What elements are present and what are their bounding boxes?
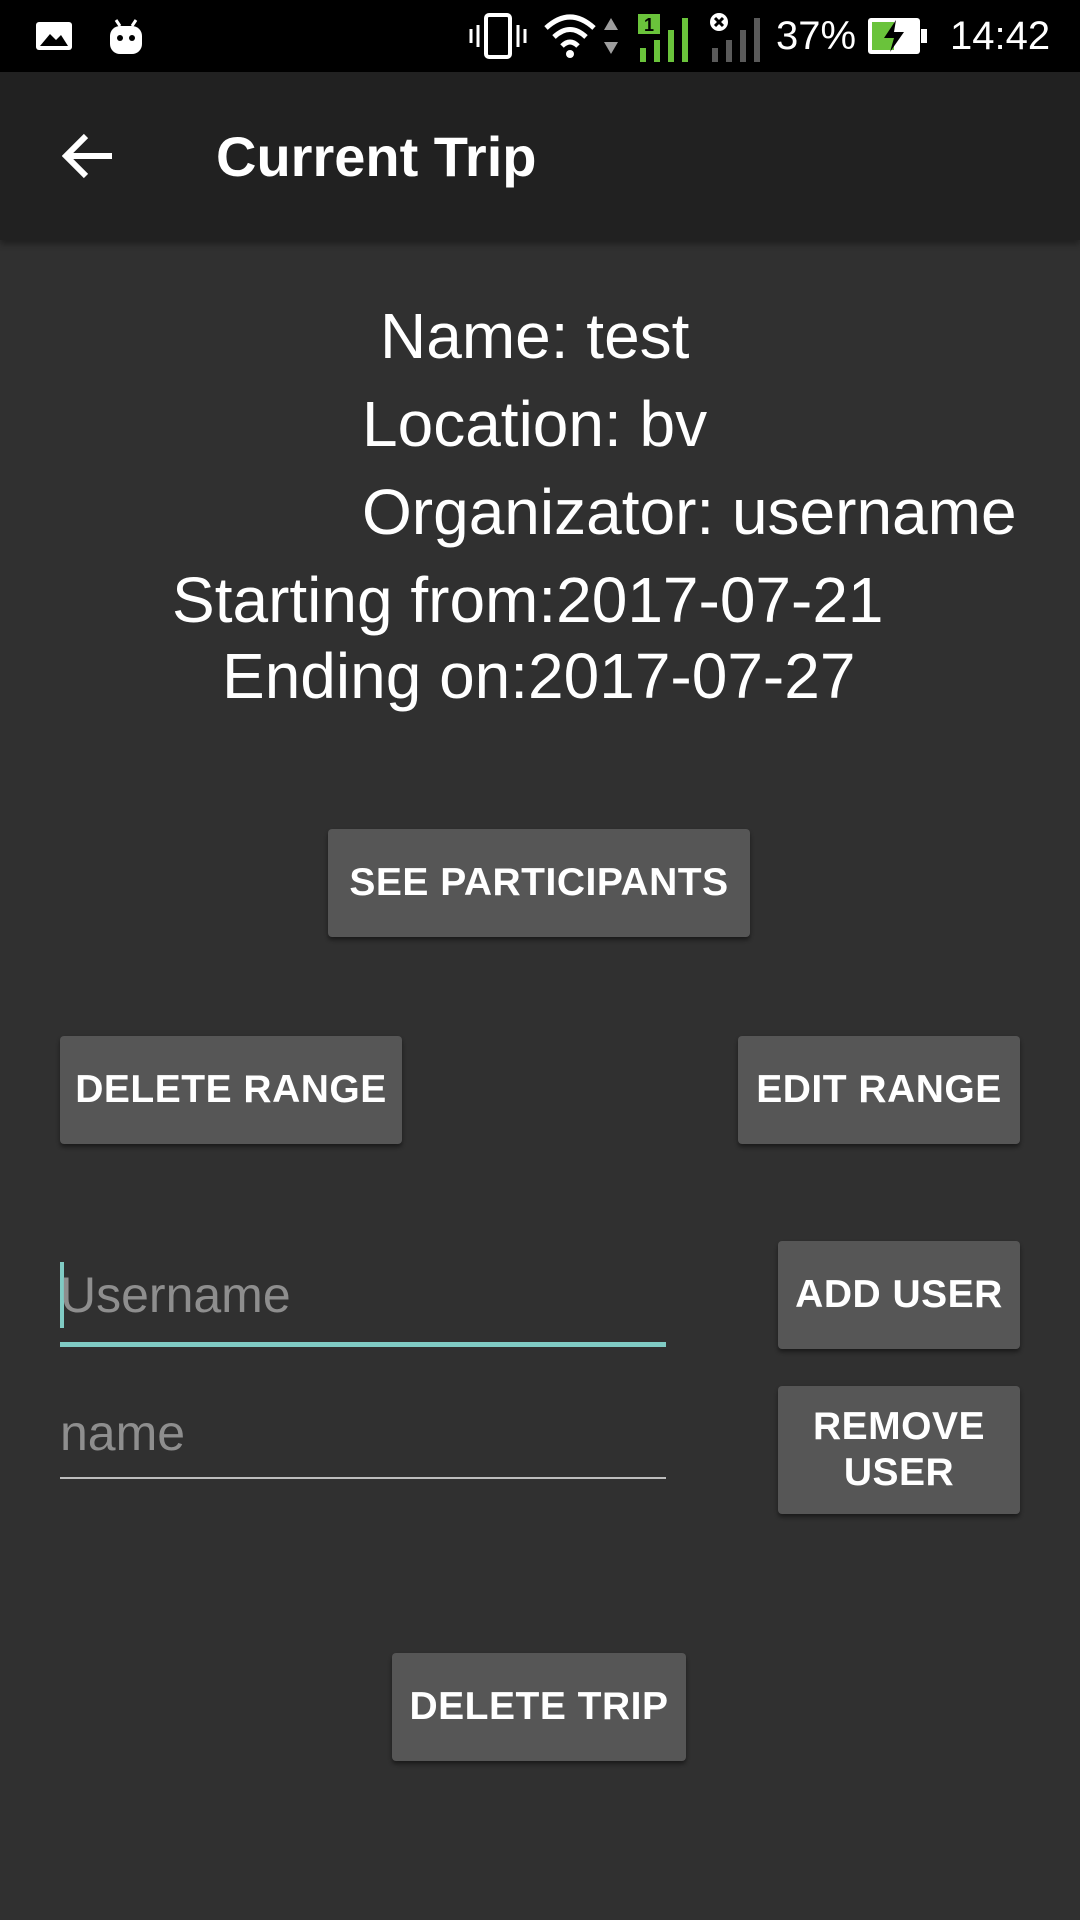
gallery-icon (34, 0, 74, 72)
clock: 14:42 (950, 13, 1051, 58)
sim-badge: 1 (644, 15, 654, 35)
trip-organizator: Organizator: username (362, 476, 1017, 548)
name-placeholder: name (60, 1405, 186, 1461)
username-underline (60, 1342, 666, 1347)
remove-user-button[interactable]: REMOVE USER (778, 1386, 1020, 1514)
battery-charging-icon (866, 0, 928, 72)
page-title: Current Trip (216, 124, 537, 188)
add-user-button[interactable]: ADD USER (778, 1241, 1020, 1349)
battery-percent: 37% (776, 13, 857, 58)
name-underline (60, 1477, 666, 1479)
name-field[interactable]: name (60, 1392, 666, 1482)
app-bar: Current Trip (0, 72, 1080, 240)
trip-location: Location: bv (362, 388, 708, 460)
edit-range-button[interactable]: EDIT RANGE (738, 1036, 1020, 1144)
no-signal-icon (708, 0, 762, 72)
data-arrows-icon (602, 0, 620, 72)
trip-name: Name: test (380, 300, 690, 372)
delete-trip-button[interactable]: DELETE TRIP (392, 1653, 686, 1761)
username-field[interactable]: Username (60, 1256, 666, 1348)
vibrate-icon (468, 0, 528, 72)
signal-icon: 1 (636, 0, 692, 72)
see-participants-button[interactable]: SEE PARTICIPANTS (328, 829, 750, 937)
trip-end-date: Ending on:2017-07-27 (222, 640, 856, 712)
status-bar: 1 37% 14:42 (0, 0, 1080, 72)
android-icon (106, 0, 146, 72)
wifi-icon (542, 0, 598, 72)
delete-range-button[interactable]: DELETE RANGE (60, 1036, 402, 1144)
username-placeholder: Username (60, 1267, 291, 1323)
screen: 1 37% 14:42 Current Trip Name: test Loca… (0, 0, 1080, 1920)
back-button[interactable] (44, 112, 132, 200)
trip-start-date: Starting from:2017-07-21 (172, 564, 884, 636)
arrow-back-icon (62, 133, 112, 179)
